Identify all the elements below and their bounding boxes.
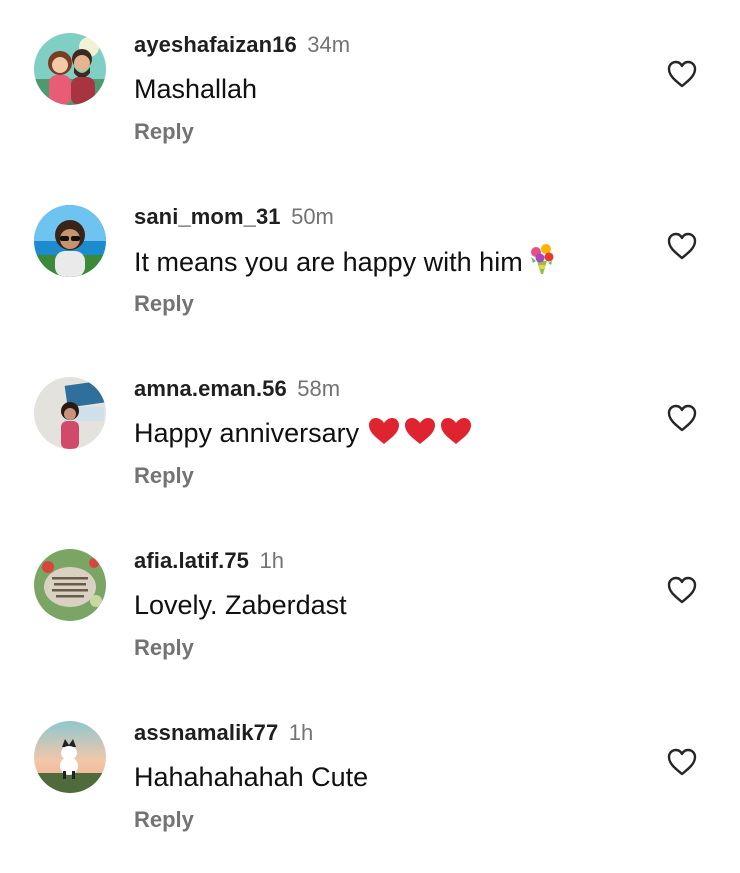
cat-sunset-avatar-icon — [34, 721, 106, 793]
timestamp: 50m — [291, 204, 334, 229]
avatar[interactable] — [34, 205, 106, 277]
timestamp: 1h — [259, 548, 284, 573]
like-heart-icon[interactable] — [666, 403, 698, 433]
username[interactable]: afia.latif.75 — [134, 548, 249, 573]
reply-button[interactable]: Reply — [134, 633, 194, 663]
comment-item: afia.latif.75 1h Lovely. Zaberdast Reply — [0, 516, 740, 660]
comment-text-content: Mashallah — [134, 74, 258, 104]
comment-item: amna.eman.56 58m Happy anniversary Reply — [0, 344, 740, 488]
timestamp: 1h — [288, 720, 314, 745]
like-heart-icon[interactable] — [666, 231, 698, 261]
username[interactable]: sani_mom_31 — [134, 204, 281, 229]
reply-button[interactable]: Reply — [134, 117, 194, 147]
comment-text-content: Lovely. Zaberdast — [134, 590, 347, 620]
comment-text: Lovely. Zaberdast — [134, 587, 347, 623]
comment-text-content: It means you are happy with him — [134, 247, 523, 277]
bouquet-emoji-icon — [527, 243, 557, 284]
comment-meta: afia.latif.75 1h — [134, 546, 284, 576]
comment-item: ayeshafaizan16 34m Mashallah Reply — [0, 0, 740, 144]
reply-button[interactable]: Reply — [134, 289, 194, 319]
comment-meta: amna.eman.56 58m — [134, 374, 340, 404]
comment-text: Mashallah — [134, 71, 257, 107]
timestamp: 58m — [297, 376, 341, 401]
reply-button[interactable]: Reply — [134, 805, 194, 835]
comment-meta: sani_mom_31 50m — [134, 202, 334, 232]
like-heart-icon[interactable] — [666, 575, 698, 605]
comment-text: It means you are happy with him — [134, 243, 557, 284]
username[interactable]: amna.eman.56 — [134, 376, 287, 401]
quote-stone-avatar-icon — [34, 549, 106, 621]
comment-text: Hahahahahah Cute — [134, 759, 368, 795]
timestamp: 34m — [307, 32, 351, 57]
comment-item: sani_mom_31 50m It means you are happy w… — [0, 172, 740, 316]
red-hearts-emoji-icon — [367, 416, 475, 455]
comment-text: Happy anniversary — [134, 415, 475, 455]
reply-button[interactable]: Reply — [134, 461, 194, 491]
like-heart-icon[interactable] — [666, 59, 698, 89]
woman-sunglasses-avatar-icon — [34, 205, 106, 277]
avatar[interactable] — [34, 549, 106, 621]
username[interactable]: ayeshafaizan16 — [134, 32, 297, 57]
username[interactable]: assnamalik77 — [134, 720, 278, 745]
comment-text-content: Hahahahahah Cute — [134, 762, 369, 792]
avatar[interactable] — [34, 721, 106, 793]
comment-meta: assnamalik77 1h — [134, 718, 313, 748]
comment-item: assnamalik77 1h Hahahahahah Cute Reply — [0, 688, 740, 832]
comment-list: ayeshafaizan16 34m Mashallah Reply sani_… — [0, 0, 740, 873]
avatar[interactable] — [34, 377, 106, 449]
avatar[interactable] — [34, 33, 106, 105]
like-heart-icon[interactable] — [666, 747, 698, 777]
cartoon-couple-avatar-icon — [34, 33, 106, 105]
comment-meta: ayeshafaizan16 34m — [134, 30, 350, 60]
comment-text-content: Happy anniversary — [134, 418, 360, 448]
woman-photo-avatar-icon — [34, 377, 106, 449]
